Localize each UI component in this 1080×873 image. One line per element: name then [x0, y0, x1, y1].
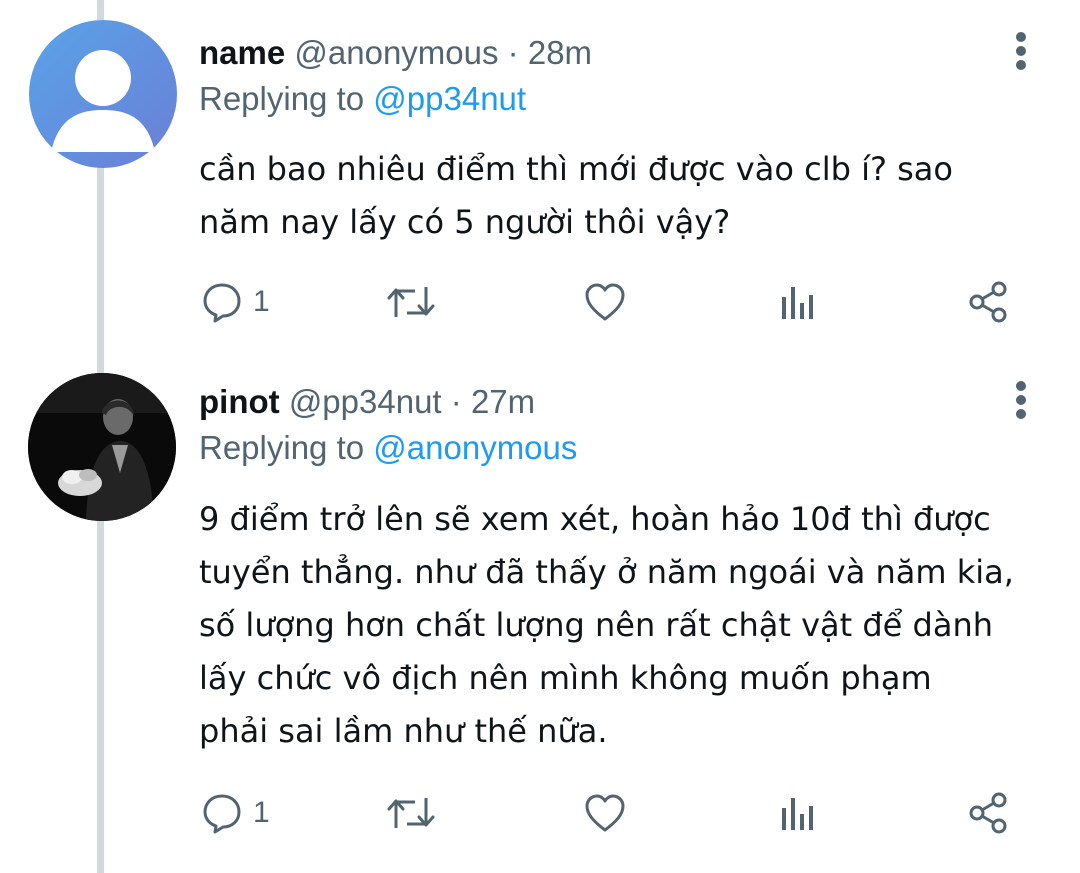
- separator: ·: [507, 34, 519, 71]
- reply-button[interactable]: 1: [201, 277, 270, 327]
- display-name[interactable]: pinot: [199, 383, 280, 420]
- replying-to-link[interactable]: @anonymous: [373, 429, 577, 466]
- analytics-icon: [782, 287, 813, 319]
- action-bar: 1: [199, 277, 1029, 327]
- replying-to-label: Replying to: [199, 429, 365, 466]
- like-button[interactable]: [583, 788, 627, 838]
- like-icon: [585, 794, 625, 832]
- analytics-button[interactable]: [777, 277, 817, 327]
- share-button[interactable]: [967, 788, 1011, 838]
- profile-photo: [28, 373, 176, 521]
- tweet-text: 9 điểm trở lên sẽ xem xét, hoàn hảo 10đ …: [199, 500, 1014, 750]
- tweet-text: cần bao nhiêu điểm thì mới được vào clb …: [199, 150, 953, 241]
- replying-to: Replying to @pp34nut: [199, 79, 526, 119]
- like-button[interactable]: [583, 277, 627, 327]
- retweet-icon: [387, 287, 435, 317]
- retweet-icon: [387, 798, 435, 828]
- timestamp[interactable]: 28m: [528, 34, 592, 71]
- default-profile-icon: [51, 50, 155, 152]
- reply-count: 1: [253, 285, 270, 318]
- reply-count: 1: [253, 796, 270, 829]
- tweet-header: name @anonymous · 28m: [199, 33, 592, 73]
- analytics-button[interactable]: [777, 788, 817, 838]
- action-bar: 1: [199, 788, 1029, 838]
- replying-to-label: Replying to: [199, 80, 365, 117]
- more-options-button[interactable]: [1006, 30, 1036, 76]
- more-options-button[interactable]: [1006, 379, 1036, 425]
- reply-icon: [203, 794, 241, 834]
- more-options-icon: [1016, 32, 1026, 70]
- like-icon: [585, 283, 625, 321]
- share-icon: [969, 281, 1007, 323]
- tweet[interactable]: name @anonymous · 28m Replying to @pp34n…: [0, 0, 1080, 360]
- avatar[interactable]: [29, 20, 177, 168]
- separator: ·: [450, 383, 462, 420]
- display-name[interactable]: name: [199, 34, 285, 71]
- retweet-button[interactable]: [385, 277, 437, 327]
- avatar[interactable]: [28, 373, 176, 521]
- tweet[interactable]: pinot @pp34nut · 27m Replying to @anonym…: [0, 360, 1080, 873]
- share-button[interactable]: [967, 277, 1011, 327]
- reply-icon: [203, 283, 241, 323]
- retweet-button[interactable]: [385, 788, 437, 838]
- replying-to-link[interactable]: @pp34nut: [373, 80, 526, 117]
- user-handle[interactable]: @pp34nut: [289, 383, 442, 420]
- user-handle[interactable]: @anonymous: [294, 34, 498, 71]
- share-icon: [969, 792, 1007, 834]
- analytics-icon: [782, 798, 813, 830]
- reply-button[interactable]: 1: [201, 788, 270, 838]
- replying-to: Replying to @anonymous: [199, 428, 577, 468]
- tweet-header: pinot @pp34nut · 27m: [199, 382, 535, 422]
- more-options-icon: [1016, 381, 1026, 419]
- timestamp[interactable]: 27m: [471, 383, 535, 420]
